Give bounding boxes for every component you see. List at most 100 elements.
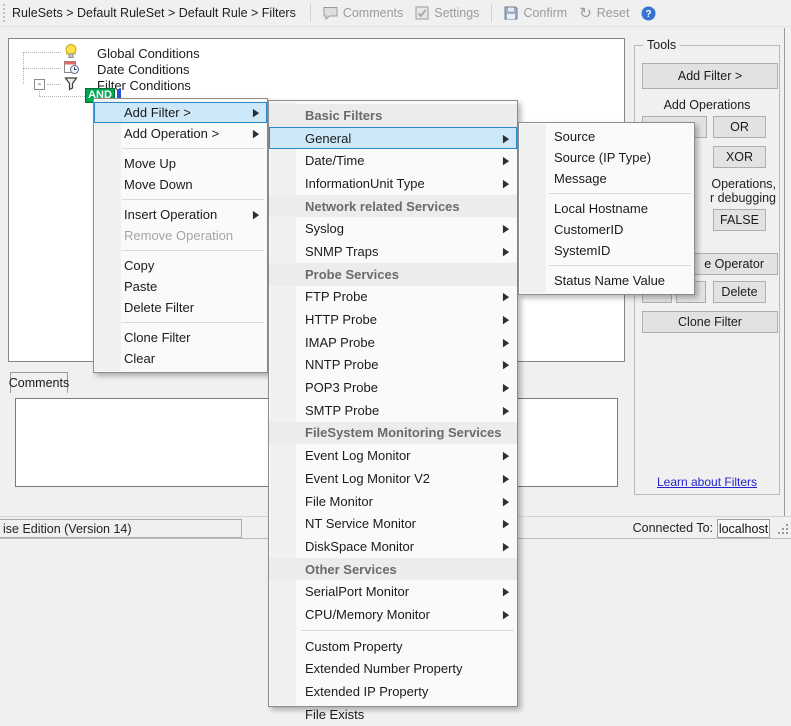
- menu-item[interactable]: Source ▶: [519, 126, 694, 147]
- tree-connector: [23, 68, 61, 69]
- menu-separator: ▶: [94, 144, 267, 153]
- svg-text:?: ?: [646, 9, 652, 20]
- menu-item[interactable]: General ▶: [269, 127, 517, 150]
- submenu-arrow-icon: ▶: [503, 313, 509, 325]
- tools-groupbox-title: Tools: [643, 38, 680, 52]
- menu-item[interactable]: SystemID ▶: [519, 240, 694, 261]
- tree-connector: [23, 52, 24, 84]
- filters-submenu: Basic Filters ▶ General ▶ Date/Time ▶ In…: [268, 100, 518, 707]
- submenu-arrow-icon: ▶: [503, 177, 509, 189]
- submenu-arrow-icon: ▶: [503, 223, 509, 235]
- menu-section-header: Probe Services ▶: [269, 263, 517, 286]
- settings-check-icon: [415, 6, 429, 20]
- menu-section-header: Network related Services ▶: [269, 195, 517, 218]
- submenu-arrow-icon: ▶: [503, 472, 509, 484]
- menu-item[interactable]: NT Service Monitor ▶: [269, 512, 517, 535]
- connected-host-field[interactable]: localhost: [717, 519, 770, 538]
- context-menu: Add Filter > ▶ Add Operation > ▶ ▶ Move …: [93, 98, 268, 373]
- menu-item[interactable]: Custom Property ▶: [269, 635, 517, 658]
- menu-item[interactable]: Syslog ▶: [269, 217, 517, 240]
- menu-item[interactable]: Remove Operation ▶: [94, 225, 267, 246]
- menu-item[interactable]: NNTP Probe ▶: [269, 354, 517, 377]
- menu-item[interactable]: File Exists ▶: [269, 703, 517, 726]
- menu-item[interactable]: Move Down ▶: [94, 174, 267, 195]
- funnel-icon: [63, 75, 79, 96]
- tab-comments[interactable]: Comments: [10, 372, 68, 393]
- menu-item[interactable]: CPU/Memory Monitor ▶: [269, 603, 517, 626]
- menu-item[interactable]: CustomerID ▶: [519, 219, 694, 240]
- top-toolbar: RuleSets > Default RuleSet > Default Rul…: [0, 0, 791, 27]
- comments-button[interactable]: Comments: [317, 2, 409, 25]
- menu-item[interactable]: SNMP Traps ▶: [269, 240, 517, 263]
- toolbar-separator: [491, 4, 492, 22]
- settings-button[interactable]: Settings: [409, 2, 485, 25]
- delete-button[interactable]: Delete: [713, 281, 766, 303]
- menu-item[interactable]: Source (IP Type) ▶: [519, 147, 694, 168]
- menu-item[interactable]: IMAP Probe ▶: [269, 331, 517, 354]
- menu-item[interactable]: Extended Number Property ▶: [269, 658, 517, 681]
- submenu-arrow-icon: ▶: [253, 208, 259, 220]
- false-operation-button[interactable]: FALSE: [713, 209, 766, 231]
- clone-filter-button[interactable]: Clone Filter: [642, 311, 778, 333]
- toolbar-grip[interactable]: [3, 4, 6, 22]
- menu-item[interactable]: Add Operation > ▶: [94, 123, 267, 144]
- submenu-arrow-icon: ▶: [503, 495, 509, 507]
- or-operation-button[interactable]: OR: [713, 116, 766, 138]
- menu-item[interactable]: DiskSpace Monitor ▶: [269, 535, 517, 558]
- submenu-arrow-icon: ▶: [503, 155, 509, 167]
- menu-item[interactable]: Event Log Monitor ▶: [269, 444, 517, 467]
- comments-bubble-icon: [323, 6, 338, 20]
- menu-item[interactable]: Local Hostname ▶: [519, 198, 694, 219]
- submenu-arrow-icon: ▶: [503, 608, 509, 620]
- menu-item[interactable]: Event Log Monitor V2 ▶: [269, 467, 517, 490]
- submenu-arrow-icon: ▶: [253, 106, 259, 118]
- toolbar-separator: [310, 4, 311, 22]
- submenu-arrow-icon: ▶: [503, 291, 509, 303]
- menu-item[interactable]: Clear ▶: [94, 348, 267, 369]
- menu-item[interactable]: Date/Time ▶: [269, 149, 517, 172]
- resize-grip[interactable]: [775, 521, 789, 535]
- save-floppy-icon: [504, 6, 518, 20]
- menu-item[interactable]: Paste ▶: [94, 276, 267, 297]
- tree-item-filter-conditions[interactable]: Filter Conditions: [63, 77, 191, 93]
- submenu-arrow-icon: ▶: [503, 404, 509, 416]
- menu-item[interactable]: Status Name Value ▶: [519, 270, 694, 291]
- tree-connector: [23, 52, 61, 53]
- menu-separator: ▶: [519, 261, 694, 270]
- add-filter-button[interactable]: Add Filter >: [642, 63, 778, 89]
- menu-item[interactable]: FTP Probe ▶: [269, 286, 517, 309]
- menu-item[interactable]: HTTP Probe ▶: [269, 308, 517, 331]
- menu-separator: ▶: [519, 189, 694, 198]
- reset-button[interactable]: ↻ Reset: [573, 2, 635, 25]
- menu-separator: ▶: [94, 195, 267, 204]
- menu-item[interactable]: Extended IP Property ▶: [269, 680, 517, 703]
- menu-item[interactable]: POP3 Probe ▶: [269, 376, 517, 399]
- menu-item[interactable]: InformationUnit Type ▶: [269, 172, 517, 195]
- menu-item[interactable]: Move Up ▶: [94, 153, 267, 174]
- menu-item[interactable]: Clone Filter ▶: [94, 327, 267, 348]
- confirm-button[interactable]: Confirm: [498, 2, 573, 25]
- help-icon: ?: [641, 6, 656, 21]
- tree-connector: [39, 96, 85, 97]
- menu-section-header: Basic Filters ▶: [269, 104, 517, 127]
- tree-expander[interactable]: -: [34, 79, 45, 90]
- submenu-arrow-icon: ▶: [503, 540, 509, 552]
- menu-item[interactable]: Insert Operation ▶: [94, 204, 267, 225]
- menu-item[interactable]: Add Filter > ▶: [94, 102, 267, 123]
- submenu-arrow-icon: ▶: [503, 450, 509, 462]
- learn-about-filters-link[interactable]: Learn about Filters: [635, 475, 779, 489]
- xor-operation-button[interactable]: XOR: [713, 146, 766, 168]
- menu-separator: ▶: [94, 318, 267, 327]
- general-submenu: Source ▶ Source (IP Type) ▶ Message ▶ ▶ …: [518, 122, 695, 295]
- menu-item[interactable]: File Monitor ▶: [269, 490, 517, 513]
- menu-item[interactable]: Delete Filter ▶: [94, 297, 267, 318]
- tree-connector: [47, 84, 61, 85]
- tree-item-global-conditions[interactable]: Global Conditions: [63, 45, 200, 61]
- menu-item[interactable]: Copy ▶: [94, 255, 267, 276]
- menu-item[interactable]: SMTP Probe ▶: [269, 399, 517, 422]
- menu-item[interactable]: SerialPort Monitor ▶: [269, 580, 517, 603]
- tree-item-date-conditions[interactable]: Date Conditions: [63, 61, 190, 77]
- help-button[interactable]: ?: [635, 2, 662, 25]
- submenu-arrow-icon: ▶: [503, 132, 509, 144]
- menu-item[interactable]: Message ▶: [519, 168, 694, 189]
